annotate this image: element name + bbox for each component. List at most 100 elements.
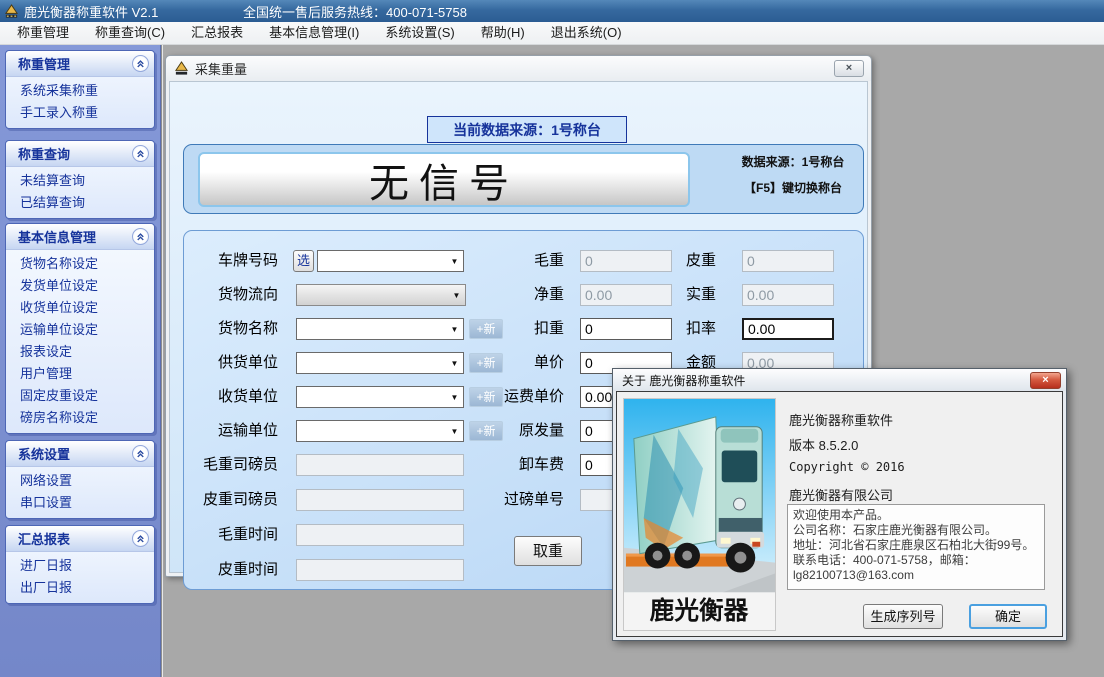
sidebar-item[interactable]: 手工录入称重 <box>6 102 154 124</box>
sidebar-item[interactable]: 发货单位设定 <box>6 275 154 297</box>
price-label: 单价 <box>434 352 564 374</box>
menu-item-weigh-query[interactable]: 称重查询(C) <box>82 22 178 44</box>
menu-item-system-settings[interactable]: 系统设置(S) <box>372 22 467 44</box>
take-weight-button[interactable]: 取重 <box>514 536 582 566</box>
sidebar-item[interactable]: 进厂日报 <box>6 555 154 577</box>
mdi-border <box>161 45 163 677</box>
plate-label: 车牌号码 <box>184 250 278 272</box>
info-line: 地址：河北省石家庄鹿泉区石柏北大街99号。 <box>793 538 1039 553</box>
generate-serial-button[interactable]: 生成序列号 <box>863 604 943 629</box>
sidebar-section-title: 系统设置 <box>18 444 70 463</box>
tare-time-field <box>296 559 464 581</box>
tare-operator-label: 皮重司磅员 <box>184 489 278 511</box>
sidebar-item[interactable]: 串口设置 <box>6 492 154 514</box>
sidebar-item[interactable]: 系统采集称重 <box>6 80 154 102</box>
sidebar-item[interactable]: 报表设定 <box>6 341 154 363</box>
menu-item-summary-reports[interactable]: 汇总报表 <box>178 22 256 44</box>
about-info-box: 欢迎使用本产品。 公司名称：石家庄鹿光衡器有限公司。 地址：河北省石家庄鹿泉区石… <box>787 504 1045 590</box>
sidebar-section-weigh-query: 称重查询未结算查询已结算查询 <box>5 140 155 219</box>
rate-field[interactable] <box>742 318 834 340</box>
menu-item-help[interactable]: 帮助(H) <box>468 22 538 44</box>
tare-time-label: 皮重时间 <box>184 559 278 581</box>
about-product-name: 鹿光衡器称重软件 <box>789 410 893 429</box>
plate-pick-button[interactable]: 选 <box>293 250 314 272</box>
flow-label: 货物流向 <box>184 284 278 306</box>
capture-window-titlebar: 采集重量 × <box>166 56 871 81</box>
sidebar-section-title: 称重查询 <box>18 144 70 163</box>
origin-label: 原发量 <box>434 420 564 442</box>
sidebar-section-summary-reports: 汇总报表进厂日报出厂日报 <box>5 525 155 604</box>
menu-item-basic-info[interactable]: 基本信息管理(I) <box>256 22 372 44</box>
source-info: 数据来源：1号称台 【F5】键切换称台 <box>724 153 862 205</box>
sidebar-section-weigh-mgmt: 称重管理系统采集称重手工录入称重 <box>5 50 155 129</box>
source-info-line2: 【F5】键切换称台 <box>724 179 862 196</box>
sidebar-section-header-weigh-mgmt: 称重管理 <box>6 51 154 77</box>
about-version: 版本 8.5.2.0 <box>789 435 858 454</box>
about-dialog-titlebar: 关于 鹿光衡器称重软件 × <box>613 369 1066 391</box>
about-company: 鹿光衡器有限公司 <box>789 485 893 504</box>
sidebar-section-title: 汇总报表 <box>18 529 70 548</box>
app-title: 鹿光衡器称重软件 V2.1 <box>24 2 158 21</box>
sidebar-section-items: 货物名称设定发货单位设定收货单位设定运输单位设定报表设定用户管理固定皮重设定磅房… <box>6 250 154 433</box>
info-line: 欢迎使用本产品。 <box>793 508 1039 523</box>
data-source-banner: 当前数据来源：1号称台 <box>427 116 627 143</box>
sidebar-item[interactable]: 已结算查询 <box>6 192 154 214</box>
sidebar-section-title: 称重管理 <box>18 54 70 73</box>
menu-item-weigh-mgmt[interactable]: 称重管理 <box>4 22 82 44</box>
app-logo-icon <box>4 4 19 19</box>
gross-label: 毛重 <box>434 250 564 272</box>
sidebar: 称重管理系统采集称重手工录入称重称重查询未结算查询已结算查询基本信息管理货物名称… <box>0 45 161 677</box>
application-window: 鹿光衡器称重软件 V2.1 全国统一售后服务热线：400-071-5758 称重… <box>0 0 1104 677</box>
sidebar-item[interactable]: 运输单位设定 <box>6 319 154 341</box>
receiver-label: 收货单位 <box>184 386 278 408</box>
supplier-label: 供货单位 <box>184 352 278 374</box>
gross-time-label: 毛重时间 <box>184 524 278 546</box>
freight-price-label: 运费单价 <box>434 386 564 408</box>
unload-fee-label: 卸车费 <box>434 454 564 476</box>
sidebar-section-header-system-settings: 系统设置 <box>6 441 154 467</box>
tare-label: 皮重 <box>616 250 716 272</box>
rate-label: 扣率 <box>616 318 716 340</box>
truck-illustration: 鹿光衡器 <box>623 398 776 631</box>
sidebar-section-basic-info: 基本信息管理货物名称设定发货单位设定收货单位设定运输单位设定报表设定用户管理固定… <box>5 223 155 434</box>
sidebar-item[interactable]: 未结算查询 <box>6 170 154 192</box>
service-hotline: 全国统一售后服务热线：400-071-5758 <box>243 2 467 21</box>
info-line: lg82100713@163.com <box>793 568 1039 583</box>
window-close-icon[interactable]: × <box>834 60 864 77</box>
gross-operator-label: 毛重司磅员 <box>184 454 278 476</box>
about-dialog: 关于 鹿光衡器称重软件 × <box>612 368 1067 641</box>
actual-label: 实重 <box>616 284 716 306</box>
sidebar-item[interactable]: 网络设置 <box>6 470 154 492</box>
signal-display: 无信号 <box>198 152 690 207</box>
sidebar-section-header-weigh-query: 称重查询 <box>6 141 154 167</box>
sidebar-item[interactable]: 固定皮重设定 <box>6 385 154 407</box>
actual-field <box>742 284 834 306</box>
sidebar-section-items: 系统采集称重手工录入称重 <box>6 77 154 128</box>
dialog-close-icon[interactable]: × <box>1030 372 1061 389</box>
collapse-chevron-icon[interactable] <box>132 145 149 162</box>
window-logo-icon <box>174 61 189 76</box>
sidebar-item[interactable]: 磅房名称设定 <box>6 407 154 429</box>
collapse-chevron-icon[interactable] <box>132 55 149 72</box>
sidebar-item[interactable]: 收货单位设定 <box>6 297 154 319</box>
sidebar-section-system-settings: 系统设置网络设置串口设置 <box>5 440 155 519</box>
info-line: 联系电话：400-071-5758，邮箱： <box>793 553 1039 568</box>
info-line: 公司名称：石家庄鹿光衡器有限公司。 <box>793 523 1039 538</box>
about-copyright: Copyright © 2016 <box>789 460 905 474</box>
net-label: 净重 <box>434 284 564 306</box>
collapse-chevron-icon[interactable] <box>132 445 149 462</box>
app-titlebar: 鹿光衡器称重软件 V2.1 全国统一售后服务热线：400-071-5758 <box>0 0 1104 22</box>
menu-item-exit[interactable]: 退出系统(O) <box>538 22 635 44</box>
sidebar-item[interactable]: 出厂日报 <box>6 577 154 599</box>
sidebar-item[interactable]: 货物名称设定 <box>6 253 154 275</box>
sidebar-section-header-basic-info: 基本信息管理 <box>6 224 154 250</box>
ok-button[interactable]: 确定 <box>969 604 1047 629</box>
collapse-chevron-icon[interactable] <box>132 530 149 547</box>
about-dialog-title: 关于 鹿光衡器称重软件 <box>622 372 745 389</box>
transport-label: 运输单位 <box>184 420 278 442</box>
sidebar-item[interactable]: 用户管理 <box>6 363 154 385</box>
weight-display-panel: 无信号 数据来源：1号称台 【F5】键切换称台 <box>183 144 864 214</box>
collapse-chevron-icon[interactable] <box>132 228 149 245</box>
source-info-line1: 数据来源：1号称台 <box>724 153 862 170</box>
sidebar-section-title: 基本信息管理 <box>18 227 96 246</box>
